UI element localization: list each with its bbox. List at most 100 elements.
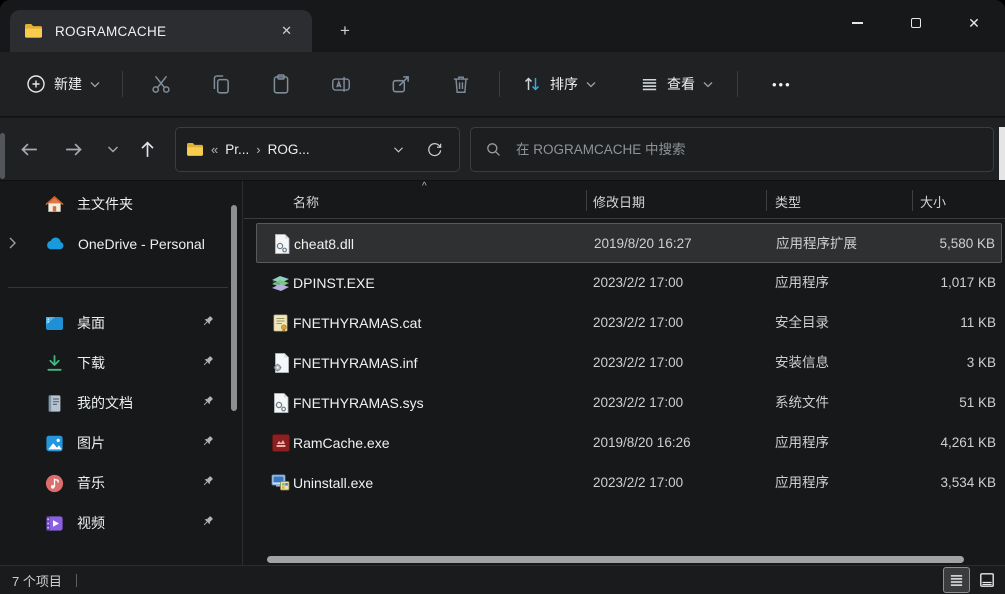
cut-button[interactable] [131,73,191,95]
file-size: 1,017 KB [940,263,996,303]
view-button-label: 查看 [667,74,695,94]
share-icon [390,73,412,95]
chevron-down-icon [107,145,119,154]
new-button[interactable]: 新建 [18,68,108,100]
paste-icon [270,73,292,95]
tab-close-button[interactable]: ✕ [275,10,298,52]
address-dropdown-chevron[interactable] [393,146,404,154]
back-button[interactable] [14,134,44,164]
refresh-icon[interactable] [426,141,443,158]
uninstall-app-icon [270,472,292,494]
maximize-button[interactable] [893,4,939,42]
search-input[interactable] [514,141,979,158]
tab-rogramcache[interactable]: ROGRAMCACHE ✕ [10,10,312,52]
new-tab-button[interactable]: + [332,18,358,44]
sidebar-item-documents[interactable]: 我的文档 [6,383,230,423]
sidebar-item-label: 我的文档 [77,393,133,413]
sidebar-item-label: 桌面 [77,313,105,333]
table-row[interactable]: FNETHYRAMAS.cat 2023/2/2 17:00 安全目录 11 K… [256,303,1002,343]
copy-button[interactable] [191,73,251,95]
sidebar-item-desktop[interactable]: 桌面 [6,303,230,343]
sidebar-divider [8,287,228,288]
file-explorer-window: ROGRAMCACHE ✕ + ✕ 新建 [0,0,1005,594]
file-type: 应用程序 [775,263,829,303]
sidebar-item-label: 音乐 [77,473,105,493]
breadcrumb-item-current[interactable]: ROG... [268,142,310,157]
sidebar-item-music[interactable]: 音乐 [6,463,230,503]
column-resize-handle[interactable] [766,190,767,211]
sort-button-label: 排序 [550,74,578,94]
table-row[interactable]: FNETHYRAMAS.inf 2023/2/2 17:00 安装信息 3 KB [256,343,1002,383]
desktop-icon [44,313,65,334]
minimize-button[interactable] [834,4,880,42]
arrow-up-icon [137,139,158,160]
sidebar-item-videos[interactable]: 视频 [6,503,230,543]
column-header-date[interactable]: 修改日期 [593,192,645,211]
sidebar-item-label: OneDrive - Personal [78,236,205,252]
table-row[interactable]: DPINST.EXE 2023/2/2 17:00 应用程序 1,017 KB [256,263,1002,303]
horizontal-scrollbar[interactable] [267,556,964,563]
file-date: 2023/2/2 17:00 [593,383,683,423]
table-row[interactable]: FNETHYRAMAS.sys 2023/2/2 17:00 系统文件 51 K… [256,383,1002,423]
delete-button[interactable] [431,73,491,95]
toolbar-separator [737,71,738,97]
address-bar[interactable]: « Pr... › ROG... [175,127,460,172]
paste-button[interactable] [251,73,311,95]
file-date: 2023/2/2 17:00 [593,463,683,503]
close-icon: ✕ [968,16,980,30]
file-name: DPINST.EXE [293,263,375,303]
left-edge-artifact [0,133,5,179]
view-button[interactable]: 查看 [632,68,721,100]
sidebar-item-home[interactable]: 主文件夹 [6,184,230,224]
chevron-down-icon [586,81,596,88]
table-row[interactable]: RamCache.exe 2019/8/20 16:26 应用程序 4,261 … [256,423,1002,463]
more-options-button[interactable]: ••• [760,71,804,98]
sidebar-item-downloads[interactable]: 下载 [6,343,230,383]
file-size: 51 KB [959,383,996,423]
titlebar: ROGRAMCACHE ✕ + ✕ [0,0,1005,52]
column-header-type[interactable]: 类型 [775,192,801,211]
file-type: 系统文件 [775,383,829,423]
right-edge-artifact [999,127,1005,180]
recent-locations-button[interactable] [98,134,128,164]
file-size: 5,580 KB [939,224,995,264]
videos-icon [44,513,65,534]
ramcache-app-icon [270,432,292,454]
search-box[interactable] [470,127,994,172]
pin-icon [199,513,216,530]
file-date: 2023/2/2 17:00 [593,263,683,303]
table-row[interactable]: Uninstall.exe 2023/2/2 17:00 应用程序 3,534 … [256,463,1002,503]
sidebar-scrollbar[interactable] [231,205,237,411]
table-row[interactable]: cheat8.dll 2019/8/20 16:27 应用程序扩展 5,580 … [256,223,1002,263]
details-view-button[interactable] [943,567,970,593]
column-resize-handle[interactable] [912,190,913,211]
breadcrumb-item-parent[interactable]: Pr... [225,142,249,157]
pin-icon [199,433,216,450]
rename-button[interactable] [311,73,371,95]
arrow-left-icon [19,139,40,160]
close-button[interactable]: ✕ [951,4,997,42]
file-date: 2019/8/20 16:27 [594,224,692,264]
column-header-name[interactable]: 名称 [293,192,319,211]
thumbnail-view-icon [979,572,995,588]
share-button[interactable] [371,73,431,95]
column-resize-handle[interactable] [586,190,587,211]
forward-button[interactable] [58,134,88,164]
sidebar-item-onedrive[interactable]: OneDrive - Personal [6,224,230,264]
thumbnail-view-button[interactable] [973,567,1000,593]
breadcrumb-ellipsis[interactable]: « [211,142,218,157]
file-size: 4,261 KB [940,423,996,463]
details-view-icon [949,573,964,588]
sidebar: 主文件夹 OneDrive - Personal 桌面 [0,181,243,565]
onedrive-cloud-icon [44,234,66,254]
column-header-size[interactable]: 大小 [920,192,946,211]
new-button-label: 新建 [54,74,82,94]
file-type: 安装信息 [775,343,829,383]
up-button[interactable] [132,134,162,164]
file-size: 3,534 KB [940,463,996,503]
sidebar-item-pictures[interactable]: 图片 [6,423,230,463]
plus-circle-icon [26,74,46,94]
file-list: 名称 ^ 修改日期 类型 大小 che [244,181,1005,565]
sort-button[interactable]: 排序 [514,68,604,100]
status-bar: 7 个项目 [0,565,1005,594]
